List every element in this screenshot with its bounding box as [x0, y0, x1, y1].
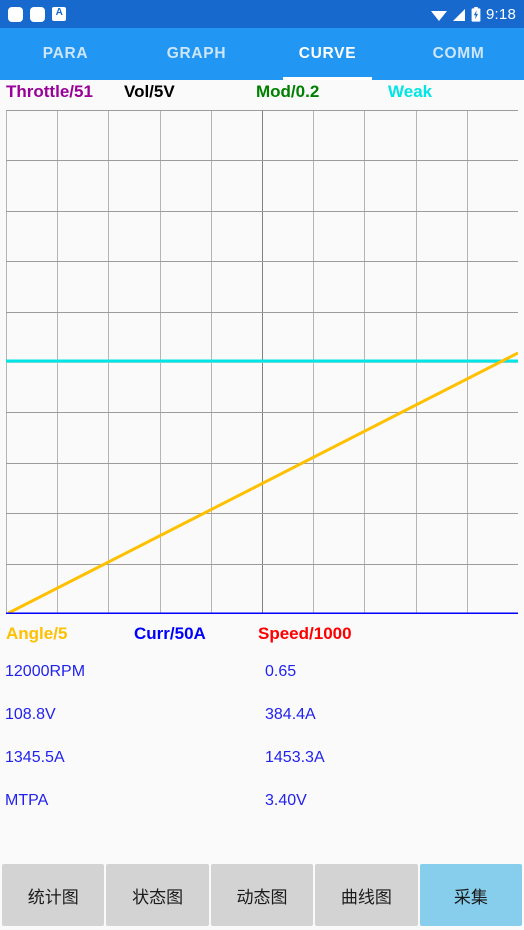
- signal-icon: [452, 8, 466, 21]
- legend-item-weak: Weak: [388, 82, 433, 101]
- legend-item-throttle: Throttle/51: [6, 82, 93, 101]
- acquire-button[interactable]: 采集: [419, 864, 523, 926]
- input-method-a-icon: A: [52, 7, 66, 21]
- rounded-square-icon: [30, 6, 45, 22]
- readout-row: 1345.5A 1453.3A: [0, 736, 524, 779]
- tab-para[interactable]: PARA: [0, 28, 131, 80]
- tab-curve[interactable]: CURVE: [262, 28, 393, 80]
- tab-comm[interactable]: COMM: [393, 28, 524, 80]
- readout-row: 108.8V 384.4A: [0, 693, 524, 736]
- tab-graph[interactable]: GRAPH: [131, 28, 262, 80]
- readout-panel: 12000RPM 0.65 108.8V 384.4A 1345.5A 1453…: [0, 650, 524, 822]
- chart-plot-area: [6, 110, 518, 614]
- battery-charging-icon: [471, 6, 481, 22]
- legend-item-angle: Angle/5: [6, 624, 68, 643]
- readout-value: 3.40V: [265, 791, 307, 809]
- readout-value: MTPA: [5, 791, 49, 809]
- tab-label: COMM: [432, 45, 485, 62]
- status-chart-button[interactable]: 状态图: [106, 864, 209, 926]
- readout-row: MTPA 3.40V: [0, 779, 524, 822]
- bottom-button-bar: 统计图 状态图 动态图 曲线图 采集: [0, 862, 524, 930]
- readout-row: 12000RPM 0.65: [0, 650, 524, 693]
- chart-series-angle-5: [7, 351, 518, 614]
- readout-value: 384.4A: [265, 705, 316, 723]
- readout-value: 12000RPM: [5, 662, 86, 680]
- status-bar-right-icons: 9:18: [431, 6, 516, 23]
- tab-label: CURVE: [298, 45, 357, 62]
- chart-series-layer: [6, 351, 518, 614]
- curve-chart: Throttle/51 Vol/5V Mod/0.2 Weak Angle/5 …: [0, 80, 524, 650]
- dynamic-chart-button[interactable]: 动态图: [210, 864, 314, 926]
- tab-label: PARA: [42, 45, 89, 62]
- chart-legend-top: Throttle/51 Vol/5V Mod/0.2 Weak: [0, 82, 524, 108]
- readout-value: 1453.3A: [265, 748, 325, 766]
- curve-chart-button[interactable]: 曲线图: [315, 864, 418, 926]
- readout-value: 1345.5A: [5, 748, 65, 766]
- legend-item-speed: Speed/1000: [258, 624, 352, 643]
- status-bar-left-icons: A: [8, 6, 66, 22]
- chart-legend-bottom: Angle/5 Curr/50A Speed/1000: [0, 624, 524, 650]
- legend-item-curr: Curr/50A: [134, 624, 206, 643]
- clock-time: 9:18: [486, 5, 516, 23]
- statistics-chart-button[interactable]: 统计图: [2, 864, 105, 926]
- tab-bar: PARA GRAPH CURVE COMM: [0, 28, 524, 80]
- status-bar: A 9:18: [0, 0, 524, 28]
- legend-item-mod: Mod/0.2: [256, 82, 320, 101]
- legend-item-vol: Vol/5V: [124, 82, 175, 101]
- readout-value: 108.8V: [5, 705, 56, 723]
- tab-label: GRAPH: [166, 45, 227, 62]
- rounded-square-icon: [8, 6, 23, 22]
- wifi-icon: [431, 8, 447, 21]
- readout-value: 0.65: [265, 662, 297, 680]
